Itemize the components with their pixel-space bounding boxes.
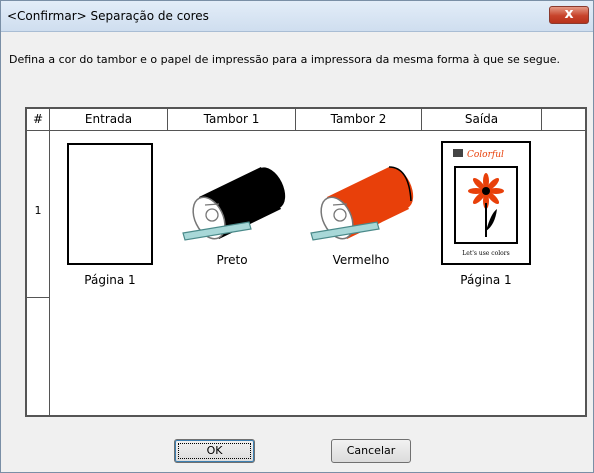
header-empty (542, 109, 585, 131)
page-logo-text: Colorful (467, 150, 504, 160)
color-separation-table: # Entrada Tambor 1 Tambor 2 Saída 1 Pági… (25, 107, 587, 417)
cancel-label: Cancelar (346, 444, 396, 457)
output-page-caption: Página 1 (460, 273, 512, 287)
row-number-column: 1 (27, 131, 50, 415)
row-number: 1 (34, 204, 42, 217)
window-title: <Confirmar> Separação de cores (7, 9, 209, 23)
drum-1-caption: Preto (216, 253, 248, 267)
row-1-cell[interactable]: 1 (27, 131, 49, 298)
drum-2-red-icon[interactable] (305, 159, 417, 245)
close-button[interactable]: x (549, 6, 589, 24)
instruction-text: Defina a cor do tambor e o papel de impr… (9, 53, 561, 66)
header-number: # (27, 109, 50, 131)
header-tambor2: Tambor 2 (296, 109, 422, 131)
header-entrada: Entrada (50, 109, 168, 131)
empty-row-cell (27, 298, 49, 415)
ok-button[interactable]: OK (174, 439, 255, 463)
drum-2-caption: Vermelho (332, 253, 390, 267)
dialog-window: <Confirmar> Separação de cores x Defina … (0, 0, 594, 473)
close-icon: x (564, 6, 574, 22)
page-slogan-text: Let's use colors (462, 250, 509, 257)
focus-ring (178, 443, 251, 459)
input-page-thumbnail[interactable] (67, 143, 153, 265)
cancel-button[interactable]: Cancelar (331, 439, 411, 463)
input-page-caption: Página 1 (84, 273, 136, 287)
header-tambor1: Tambor 1 (168, 109, 296, 131)
output-page-thumbnail[interactable]: Colorful Let's use colors (441, 141, 531, 265)
title-bar[interactable]: <Confirmar> Separação de cores x (1, 1, 593, 32)
header-saida: Saída (422, 109, 542, 131)
drum-1-black-icon[interactable] (177, 159, 289, 245)
